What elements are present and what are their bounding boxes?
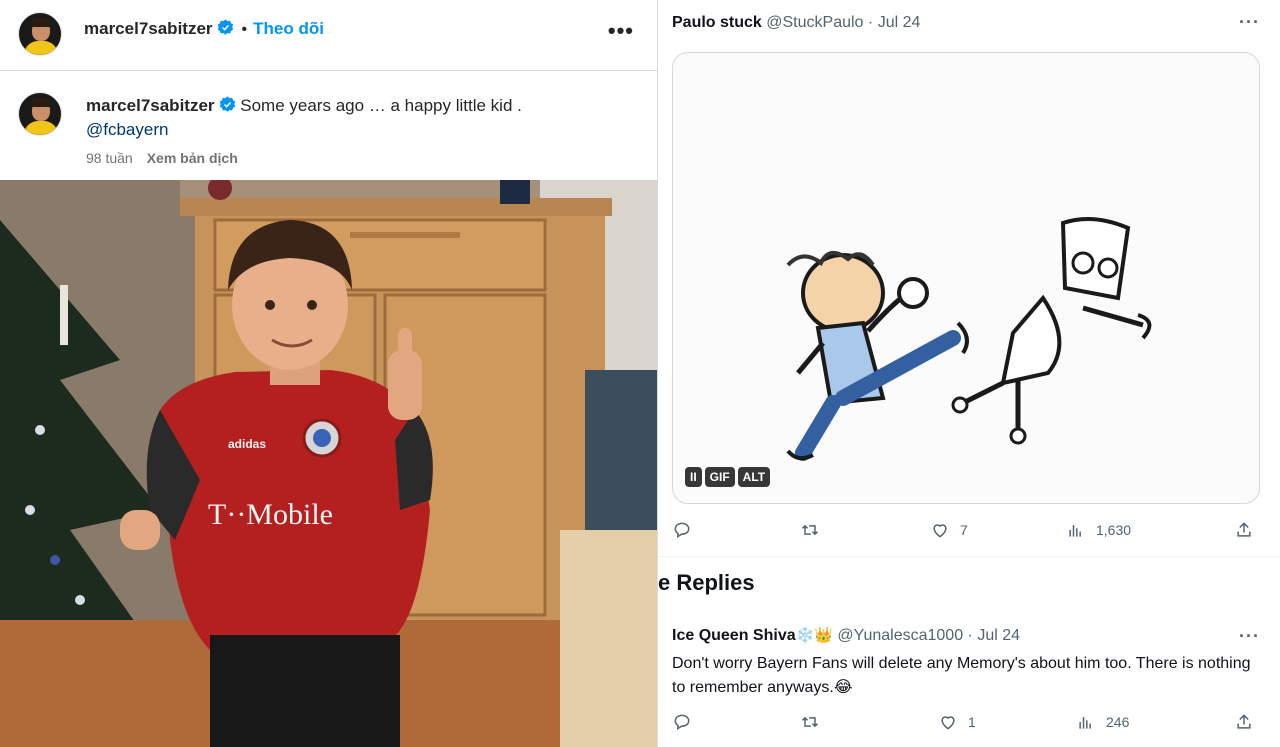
reply-icon[interactable] (672, 710, 692, 734)
tweet-author-handle[interactable]: @StuckPaulo (766, 14, 863, 31)
like-count: 7 (960, 522, 968, 538)
reply-header: Ice Queen Shiva❄️👑 @Yunalesca1000 · Jul … (672, 626, 1020, 645)
post-photo[interactable]: adidas T··Mobile (0, 180, 657, 747)
gif-badges: II GIF ALT (685, 467, 771, 487)
instagram-post-panel: marcel7sabitzer • Theo dõi ••• marcel7sabi… (0, 0, 658, 747)
views-chart-icon (1079, 717, 1091, 729)
reply-date[interactable]: Jul 24 (977, 627, 1020, 644)
like-count: 1 (968, 714, 976, 730)
caption: marcel7sabitzer Some years ago … a happy… (86, 94, 626, 142)
heart-icon (941, 716, 955, 730)
verified-badge-icon (217, 19, 233, 35)
tweet-more-icon[interactable]: ··· (1239, 12, 1260, 33)
separator-dot: • (241, 21, 248, 38)
reply-actions: 1 246 (672, 710, 1262, 734)
heart-icon (933, 524, 947, 538)
reply-more-icon[interactable]: ··· (1239, 626, 1260, 647)
like-button[interactable]: 7 (930, 518, 968, 542)
photo-illustration: adidas T··Mobile (0, 180, 657, 747)
views-chart-icon (1069, 525, 1081, 537)
tweet-date[interactable]: Jul 24 (878, 14, 921, 31)
instagram-post-header: marcel7sabitzer • Theo dõi ••• (0, 0, 657, 71)
views-button[interactable]: 246 (1076, 710, 1129, 734)
share-icon[interactable] (1234, 710, 1254, 734)
translate-button[interactable]: Xem bản dịch (147, 150, 238, 166)
more-options-icon[interactable]: ••• (608, 18, 634, 44)
follow-button[interactable]: Theo dõi (253, 19, 324, 38)
pause-button[interactable]: II (685, 467, 702, 487)
caption-meta: 98 tuần Xem bản dịch (86, 150, 238, 166)
avatar[interactable] (18, 12, 62, 56)
separator-dot: · (967, 627, 973, 644)
divider (658, 556, 1280, 557)
twitter-thread-panel: Paulo stuck @StuckPaulo · Jul 24 ··· II … (658, 0, 1280, 747)
replies-heading: e Replies (658, 570, 755, 595)
caption-avatar[interactable] (18, 92, 62, 136)
jersey-brand: adidas (228, 437, 266, 451)
like-button[interactable]: 1 (938, 710, 976, 734)
caption-text: Some years ago … a happy little kid . (240, 96, 522, 115)
reply-icon[interactable] (672, 518, 692, 542)
retweet-icon[interactable] (800, 518, 820, 542)
share-icon[interactable] (1234, 518, 1254, 542)
views-button[interactable]: 1,630 (1066, 518, 1131, 542)
tweet-header: Paulo stuck @StuckPaulo · Jul 24 (672, 14, 920, 32)
caption-username[interactable]: marcel7sabitzer (86, 96, 215, 115)
gif-badge: GIF (704, 467, 735, 487)
retweet-icon[interactable] (800, 710, 820, 734)
username-link[interactable]: marcel7sabitzer (84, 19, 213, 38)
time-ago: 98 tuần (86, 150, 133, 166)
reply-author-handle[interactable]: @Yunalesca1000 (837, 627, 963, 644)
mention-link[interactable]: @fcbayern (86, 120, 168, 139)
gif-illustration (786, 217, 1152, 461)
view-count: 246 (1106, 714, 1130, 730)
tweet-author-name[interactable]: Paulo stuck (672, 14, 762, 31)
reply-author-name[interactable]: Ice Queen Shiva (672, 627, 796, 644)
header-user-line: marcel7sabitzer • Theo dõi (84, 19, 324, 39)
verified-badge-icon (219, 96, 235, 112)
tweet-gif[interactable]: II GIF ALT (672, 52, 1260, 504)
separator-dot: · (867, 14, 874, 31)
view-count: 1,630 (1096, 522, 1132, 538)
jersey-sponsor-text: T··Mobile (208, 498, 333, 531)
reply-author-emoji: ❄️👑 (795, 627, 833, 644)
alt-button[interactable]: ALT (737, 467, 771, 487)
tweet-actions: 7 1,630 (672, 518, 1262, 542)
reply-text: Don't worry Bayern Fans will delete any … (672, 655, 1251, 696)
